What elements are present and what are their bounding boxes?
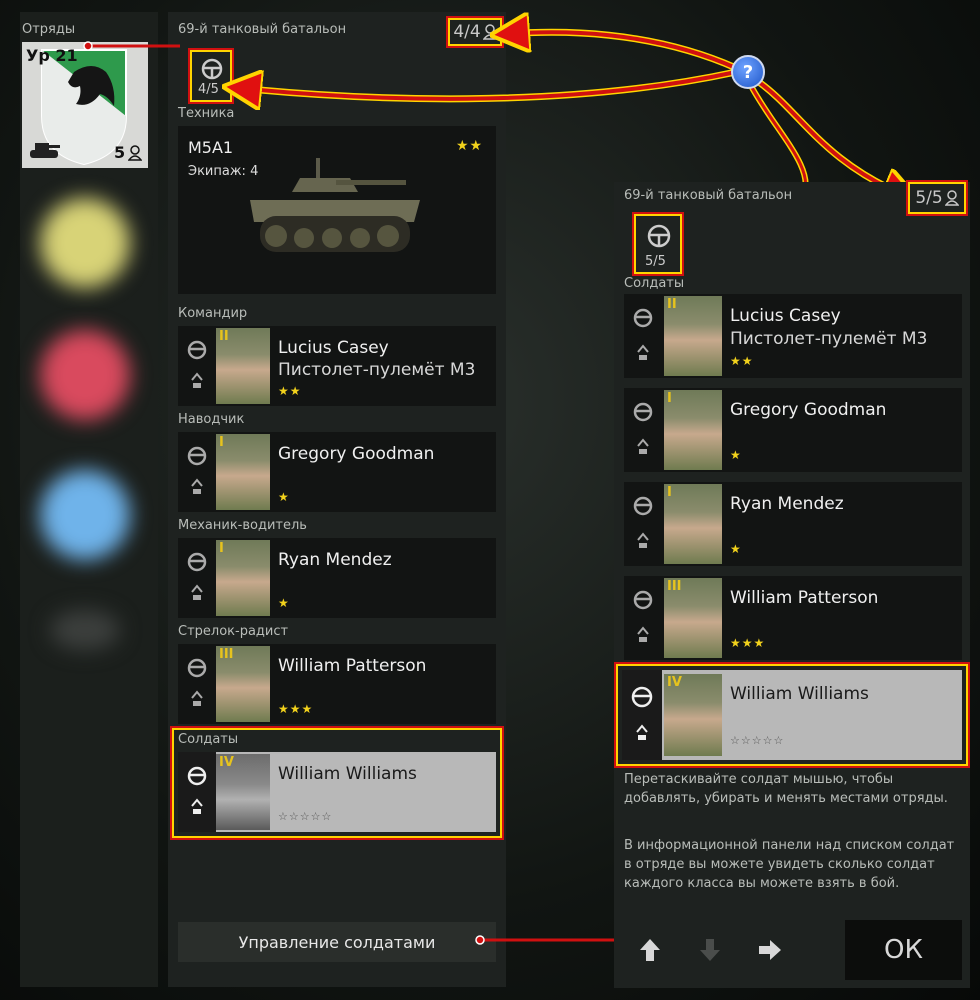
- soldier-name: Gregory Goodman: [730, 400, 887, 420]
- soldier-rank: I: [667, 391, 672, 406]
- soldier-name: William Williams: [730, 684, 869, 704]
- rank-chevron-icon: [637, 626, 649, 642]
- steering-wheel-icon: [633, 496, 653, 516]
- arrow-down-icon[interactable]: [696, 936, 724, 964]
- help-icon[interactable]: ?: [731, 55, 765, 89]
- squad-capacity: 5/5: [906, 180, 968, 216]
- soldier-slot[interactable]: II Lucius Casey Пистолет-пулемёт М3 ★★: [624, 294, 962, 378]
- capacity-value: 5/5: [915, 188, 943, 208]
- person-icon: [944, 190, 959, 206]
- soldiers-label: Солдаты: [624, 276, 685, 291]
- soldier-stars: ★: [730, 542, 742, 556]
- soldier-slot[interactable]: I Ryan Mendez ★: [624, 482, 962, 566]
- soldier-slot[interactable]: I Gregory Goodman ★: [624, 388, 962, 472]
- soldier-stars: ☆☆☆☆☆: [730, 734, 785, 747]
- soldier-stars: ★: [730, 448, 742, 462]
- steering-wheel-icon: [633, 308, 653, 328]
- soldier-stars: ★★: [730, 354, 754, 368]
- selected-soldier-slot[interactable]: IV William Williams ☆☆☆☆☆: [622, 670, 962, 760]
- rank-chevron-icon: [637, 344, 649, 360]
- ok-button[interactable]: ОК: [845, 920, 962, 980]
- info-hint: В информационной панели над списком солд…: [624, 838, 955, 891]
- soldier-name: Lucius Casey: [730, 306, 841, 326]
- drag-hint: Перетаскивайте солдат мышью, чтобы добав…: [624, 772, 948, 806]
- crew-class-counter: 5/5: [632, 212, 684, 276]
- soldier-rank: II: [667, 297, 677, 312]
- soldier-portrait: [664, 390, 722, 470]
- crew-count: 5/5: [645, 254, 666, 269]
- steering-wheel-icon: [633, 402, 653, 422]
- arrow-up-icon[interactable]: [636, 936, 664, 964]
- soldier-slot[interactable]: III William Patterson ★★★: [624, 576, 962, 660]
- soldier-rank: III: [667, 579, 682, 594]
- rank-chevron-icon: [637, 532, 649, 548]
- steering-wheel-icon: [631, 686, 653, 708]
- soldier-name: William Patterson: [730, 588, 879, 608]
- soldier-rank: IV: [667, 675, 682, 690]
- soldier-stars: ★★★: [730, 636, 766, 650]
- soldier-portrait: [664, 484, 722, 564]
- soldier-name: Ryan Mendez: [730, 494, 844, 514]
- steering-wheel-icon: [633, 590, 653, 610]
- steering-wheel-icon: [647, 224, 671, 248]
- soldier-rank: I: [667, 485, 672, 500]
- rank-chevron-icon: [637, 438, 649, 454]
- arrow-right-icon[interactable]: [756, 936, 784, 964]
- rank-chevron-icon: [636, 724, 648, 740]
- soldier-weapon: Пистолет-пулемёт М3: [730, 329, 928, 349]
- battalion-title: 69-й танковый батальон: [624, 188, 793, 203]
